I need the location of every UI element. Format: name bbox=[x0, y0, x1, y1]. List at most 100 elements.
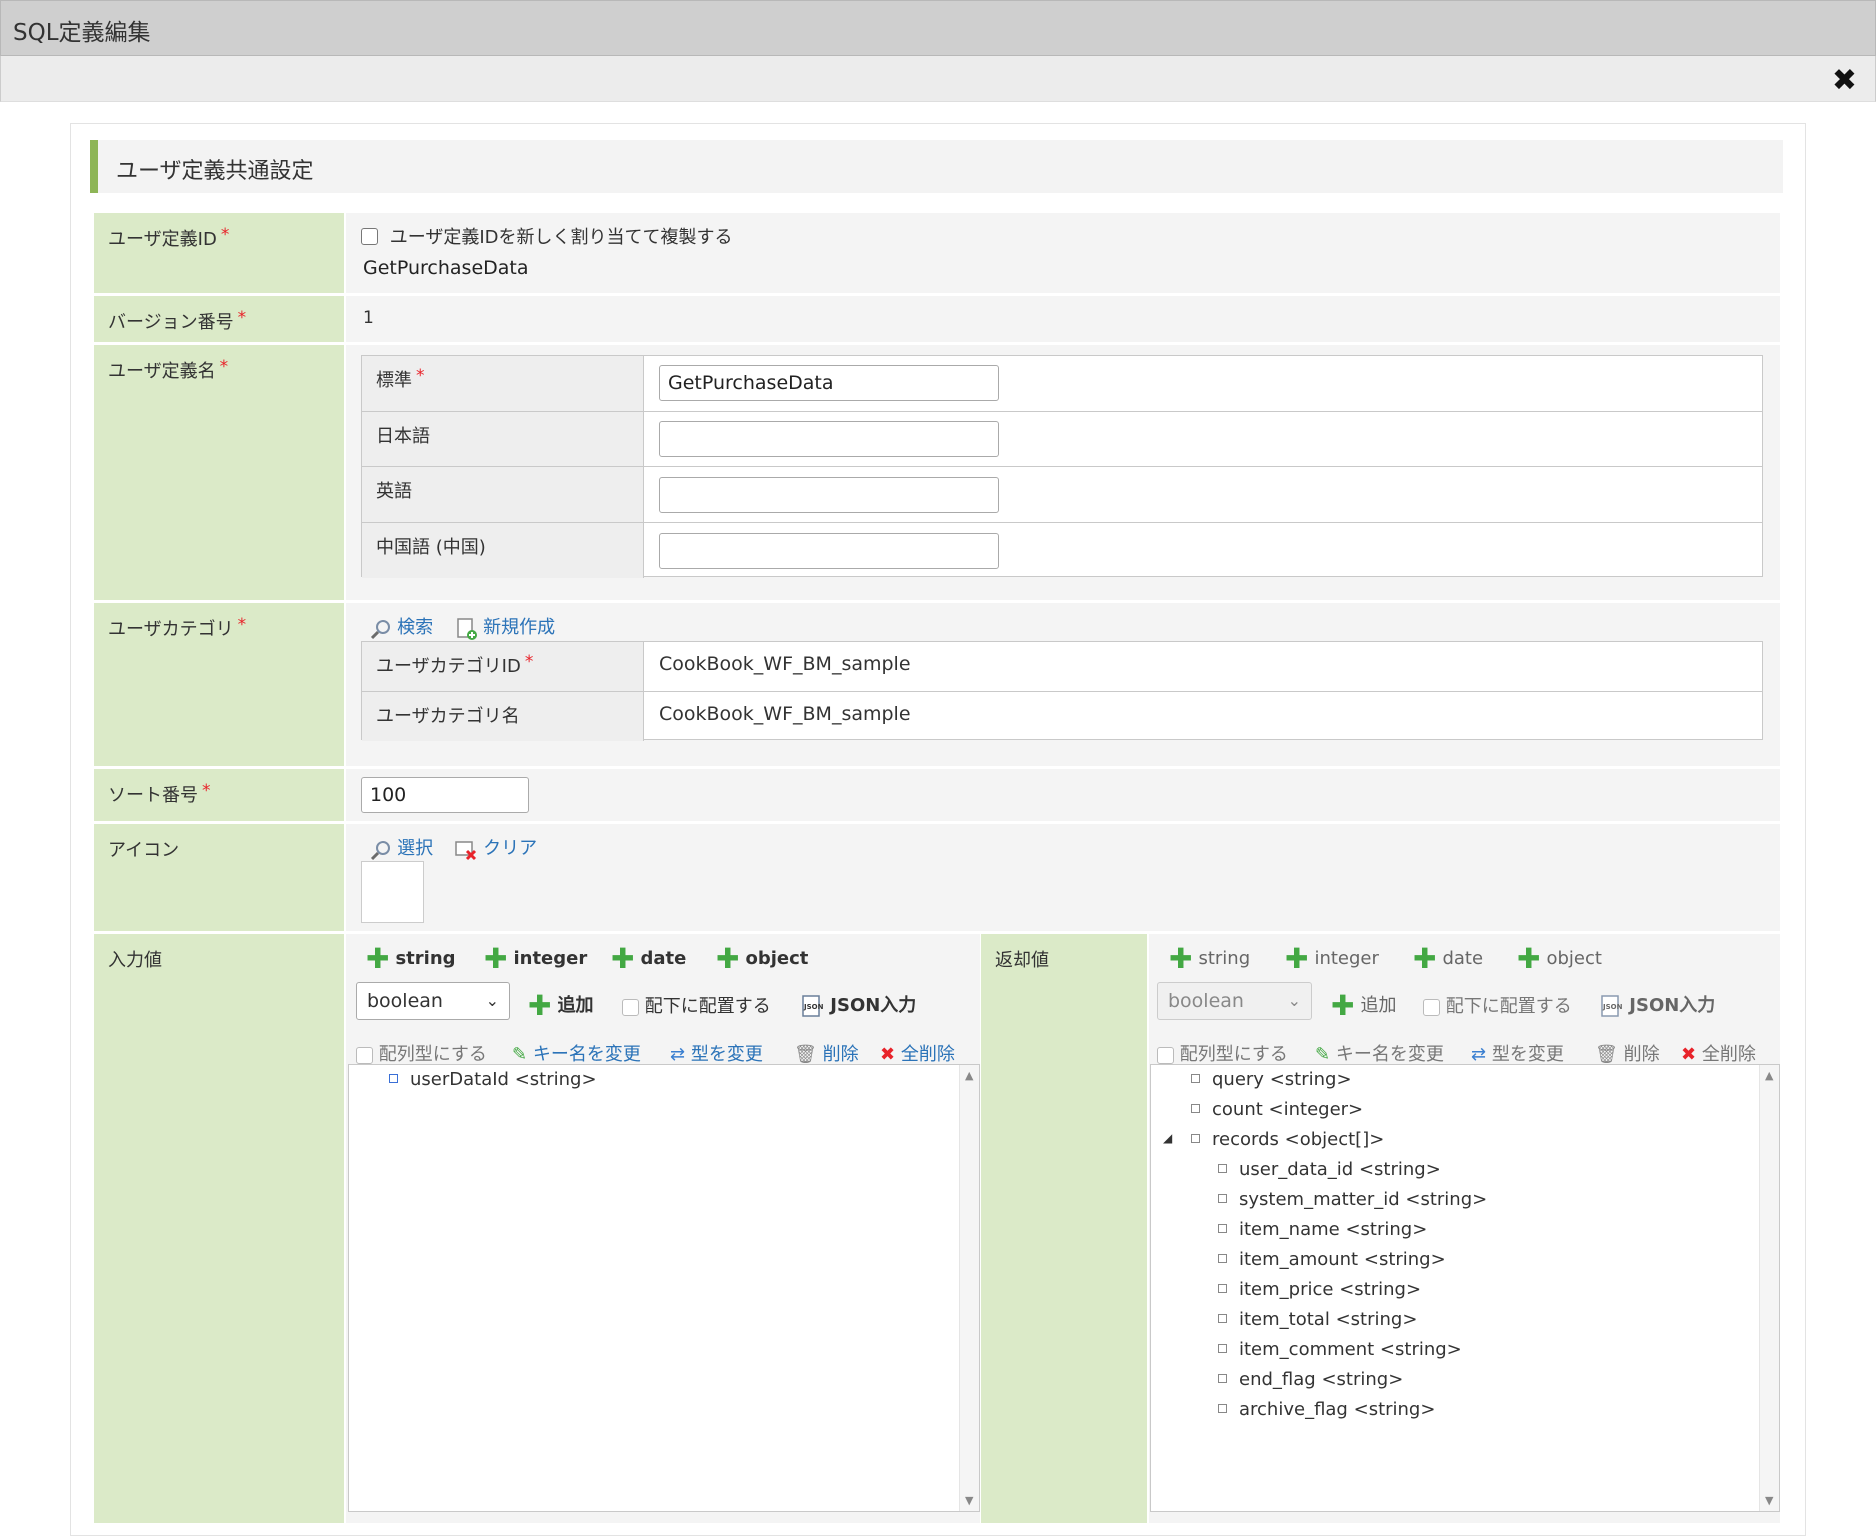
user-category-label: ユーザカテゴリ * bbox=[94, 603, 344, 766]
tree-node[interactable]: system_matter_id <string> bbox=[1218, 1189, 1487, 1210]
tree-node[interactable]: count <integer> bbox=[1191, 1099, 1363, 1120]
return-add-object-button[interactable]: ✚ object bbox=[1517, 942, 1602, 975]
tree-node[interactable]: item_name <string> bbox=[1218, 1219, 1427, 1240]
sort-number-input[interactable] bbox=[361, 777, 529, 813]
input-tree[interactable]: userDataId <string> ▲ ▼ bbox=[348, 1064, 980, 1512]
name-standard-input[interactable] bbox=[659, 365, 999, 401]
return-add-date-button[interactable]: ✚ date bbox=[1413, 942, 1483, 975]
name-english-input[interactable] bbox=[659, 477, 999, 513]
input-delete-button[interactable]: 🗑 削除 bbox=[794, 1040, 859, 1066]
plus-icon: ✚ bbox=[1413, 942, 1437, 975]
input-add-button[interactable]: ✚ 追加 bbox=[528, 989, 593, 1022]
tree-node[interactable]: item_total <string> bbox=[1218, 1309, 1417, 1330]
name-japanese-input[interactable] bbox=[659, 421, 999, 457]
tree-node[interactable]: end_flag <string> bbox=[1218, 1369, 1403, 1390]
delete-all-icon: ✖ bbox=[880, 1044, 896, 1065]
tree-node[interactable]: item_price <string> bbox=[1218, 1279, 1421, 1300]
return-array-option[interactable]: 配列型にする bbox=[1157, 1040, 1288, 1066]
user-def-id-value-cell: ユーザ定義IDを新しく割り当てて複製する GetPurchaseData bbox=[346, 213, 1780, 293]
search-icon bbox=[370, 840, 390, 860]
name-row-japanese: 日本語 bbox=[362, 412, 1762, 467]
tree-node[interactable]: userDataId <string> bbox=[389, 1069, 597, 1090]
name-row-label: 標準 * bbox=[362, 356, 644, 411]
reassign-id-option[interactable]: ユーザ定義IDを新しく割り当てて複製する bbox=[361, 223, 733, 249]
input-json-button[interactable]: JSON JSON入力 bbox=[800, 991, 916, 1018]
input-place-under-option[interactable]: 配下に配置する bbox=[622, 992, 771, 1018]
json-file-icon: JSON bbox=[1601, 995, 1623, 1017]
category-id-label: ユーザカテゴリID * bbox=[362, 642, 644, 691]
input-delete-all-button[interactable]: ✖ 全削除 bbox=[880, 1040, 955, 1066]
trash-icon: 🗑 bbox=[1595, 1044, 1618, 1065]
name-row-label: 英語 bbox=[362, 467, 644, 522]
user-category-value-cell: 検索 新規作成 ユーザカテゴリID * CookBook_WF_BM_sample… bbox=[346, 603, 1780, 766]
reassign-id-checkbox[interactable] bbox=[361, 227, 378, 245]
user-def-name-value-cell: 標準* 日本語 英語 中国語 (中国) bbox=[346, 345, 1780, 600]
sort-number-value-cell bbox=[346, 769, 1780, 821]
return-add-integer-button[interactable]: ✚ integer bbox=[1285, 942, 1379, 975]
category-search-link[interactable]: 検索 bbox=[370, 613, 433, 640]
return-json-button[interactable]: JSON JSON入力 bbox=[1599, 991, 1715, 1018]
input-change-type-button[interactable]: ⇄ 型を変更 bbox=[670, 1040, 763, 1066]
array-checkbox bbox=[1157, 1046, 1174, 1064]
return-tree-scrollbar[interactable]: ▲ ▼ bbox=[1759, 1065, 1779, 1511]
localized-name-table: 標準* 日本語 英語 中国語 (中国) bbox=[361, 355, 1763, 578]
input-tree-scrollbar[interactable]: ▲ ▼ bbox=[959, 1065, 979, 1511]
node-icon bbox=[1218, 1374, 1227, 1383]
plus-icon: ✚ bbox=[366, 942, 390, 975]
return-delete-all-button[interactable]: ✖ 全削除 bbox=[1681, 1040, 1756, 1066]
node-icon bbox=[1218, 1344, 1227, 1353]
return-delete-button[interactable]: 🗑 削除 bbox=[1595, 1040, 1660, 1066]
node-icon bbox=[1191, 1134, 1200, 1143]
trash-icon: 🗑 bbox=[794, 1044, 817, 1065]
user-def-id-value: GetPurchaseData bbox=[363, 257, 529, 279]
name-chinese-input[interactable] bbox=[659, 533, 999, 569]
return-values-label: 返却値 bbox=[981, 934, 1147, 1523]
tree-node[interactable]: records <object[]> bbox=[1191, 1129, 1384, 1150]
reassign-id-label: ユーザ定義IDを新しく割り当てて複製する bbox=[389, 227, 733, 248]
plus-icon: ✚ bbox=[1331, 989, 1355, 1022]
return-change-type-button[interactable]: ⇄ 型を変更 bbox=[1471, 1040, 1564, 1066]
close-icon[interactable]: ✖ bbox=[1832, 63, 1857, 98]
input-type-select[interactable]: boolean ⌄ bbox=[356, 982, 510, 1020]
version-value-cell: 1 bbox=[346, 296, 1780, 342]
input-array-option[interactable]: 配列型にする bbox=[356, 1040, 487, 1066]
tree-node[interactable]: archive_flag <string> bbox=[1218, 1399, 1435, 1420]
tree-node[interactable]: user_data_id <string> bbox=[1218, 1159, 1441, 1180]
input-add-object-button[interactable]: ✚ object bbox=[716, 942, 808, 975]
icon-clear-link[interactable]: クリア bbox=[454, 834, 537, 861]
return-add-string-button[interactable]: ✚ string bbox=[1169, 942, 1250, 975]
return-rename-key-button[interactable]: ✎ キー名を変更 bbox=[1315, 1040, 1444, 1066]
plus-icon: ✚ bbox=[528, 989, 552, 1022]
return-type-select[interactable]: boolean ⌄ bbox=[1157, 982, 1312, 1020]
return-tree[interactable]: query <string> count <integer> ◢ records… bbox=[1150, 1064, 1780, 1512]
input-add-string-button[interactable]: ✚ string bbox=[366, 942, 456, 975]
tree-node[interactable]: item_amount <string> bbox=[1218, 1249, 1446, 1270]
category-name-label: ユーザカテゴリ名 bbox=[362, 692, 644, 741]
tree-node[interactable]: item_comment <string> bbox=[1218, 1339, 1462, 1360]
version-value: 1 bbox=[363, 308, 374, 328]
svg-text:JSON: JSON bbox=[1602, 1003, 1623, 1011]
name-row-label: 日本語 bbox=[362, 412, 644, 466]
version-label: バージョン番号 * bbox=[94, 296, 344, 342]
clear-image-icon bbox=[455, 840, 477, 860]
delete-all-icon: ✖ bbox=[1681, 1044, 1697, 1065]
section-title: ユーザ定義共通設定 bbox=[116, 159, 314, 184]
return-add-button[interactable]: ✚ 追加 bbox=[1331, 989, 1396, 1022]
input-rename-key-button[interactable]: ✎ キー名を変更 bbox=[512, 1040, 641, 1066]
category-new-link[interactable]: 新規作成 bbox=[456, 613, 555, 641]
name-row-standard: 標準 * bbox=[362, 356, 1762, 412]
search-icon bbox=[370, 619, 390, 639]
return-place-under-option[interactable]: 配下に配置する bbox=[1423, 992, 1572, 1018]
tree-node[interactable]: query <string> bbox=[1191, 1069, 1352, 1090]
category-table: ユーザカテゴリID * CookBook_WF_BM_sample ユーザカテゴリ… bbox=[361, 641, 1763, 741]
input-add-integer-button[interactable]: ✚ integer bbox=[484, 942, 587, 975]
chevron-down-icon: ⌄ bbox=[1287, 991, 1301, 1010]
category-name-value: CookBook_WF_BM_sample bbox=[659, 703, 911, 725]
input-add-date-button[interactable]: ✚ date bbox=[611, 942, 686, 975]
node-icon bbox=[1218, 1164, 1227, 1173]
json-file-icon: JSON bbox=[802, 995, 824, 1017]
expand-triangle-icon[interactable]: ◢ bbox=[1163, 1131, 1172, 1145]
pencil-icon: ✎ bbox=[1315, 1044, 1331, 1065]
icon-select-link[interactable]: 選択 bbox=[370, 834, 433, 861]
user-def-id-label: ユーザ定義ID * bbox=[94, 213, 344, 293]
